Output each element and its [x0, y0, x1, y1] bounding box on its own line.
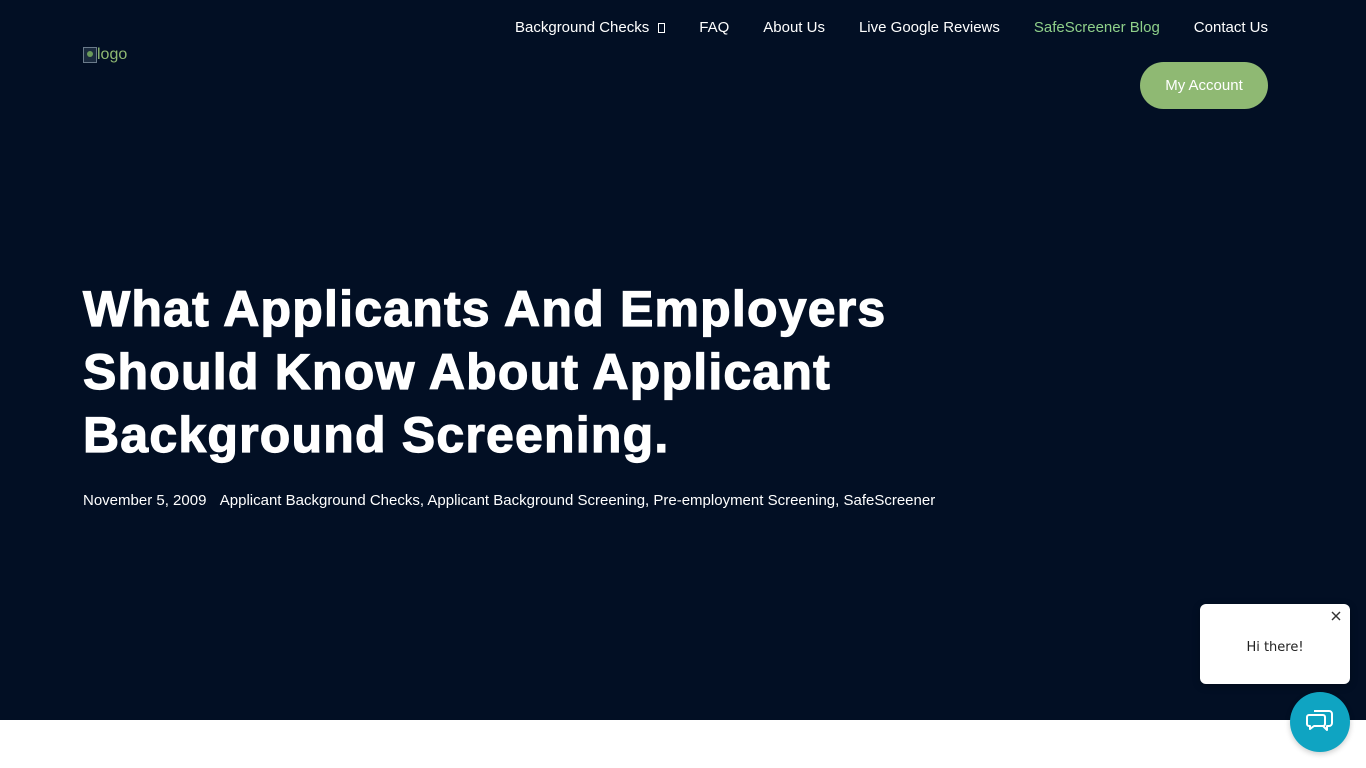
category-link[interactable]: SafeScreener: [843, 492, 935, 509]
nav-item-live-google-reviews[interactable]: Live Google Reviews: [842, 18, 1017, 38]
dropdown-icon: [658, 23, 666, 33]
chat-greeting-text: Hi there!: [1246, 640, 1304, 655]
close-icon[interactable]: [1328, 608, 1344, 624]
page-title: What Applicants And Employers Should Kno…: [82, 280, 887, 463]
post-meta: November 5, 2009 Applicant Background Ch…: [83, 492, 936, 509]
post-date: November 5, 2009: [83, 492, 207, 509]
my-account-button[interactable]: My Account: [1140, 62, 1268, 109]
nav-item-about-us[interactable]: About Us: [746, 18, 842, 38]
logo[interactable]: logo: [83, 46, 127, 64]
nav-item-label: About Us: [763, 19, 825, 36]
nav-item-label: Contact Us: [1193, 19, 1268, 36]
nav-item-label: SafeScreener Blog: [1033, 19, 1160, 36]
category-link[interactable]: Pre-employment Screening: [653, 492, 835, 509]
hero-section: logo Background Checks FAQ About Us Live…: [0, 0, 1366, 720]
nav-item-label: Background Checks: [515, 19, 650, 36]
nav-item-contact-us[interactable]: Contact Us: [1177, 18, 1268, 38]
nav-item-safescreener-blog[interactable]: SafeScreener Blog: [1017, 18, 1177, 38]
category-link[interactable]: Applicant Background Screening: [427, 492, 645, 509]
logo-alt-text: logo: [97, 46, 128, 63]
nav-item-faq[interactable]: FAQ: [682, 18, 746, 38]
chat-greeting-popup[interactable]: Hi there!: [1200, 604, 1350, 684]
chat-icon: [1305, 706, 1335, 739]
nav-item-background-checks[interactable]: Background Checks: [498, 18, 682, 38]
nav-item-label: Live Google Reviews: [858, 19, 1000, 36]
category-link[interactable]: Applicant Background Checks: [220, 492, 420, 509]
main-nav: Background Checks FAQ About Us Live Goog…: [498, 18, 1268, 38]
chat-launcher-button[interactable]: [1290, 692, 1350, 752]
broken-image-icon: [83, 47, 97, 63]
nav-item-label: FAQ: [699, 19, 730, 36]
